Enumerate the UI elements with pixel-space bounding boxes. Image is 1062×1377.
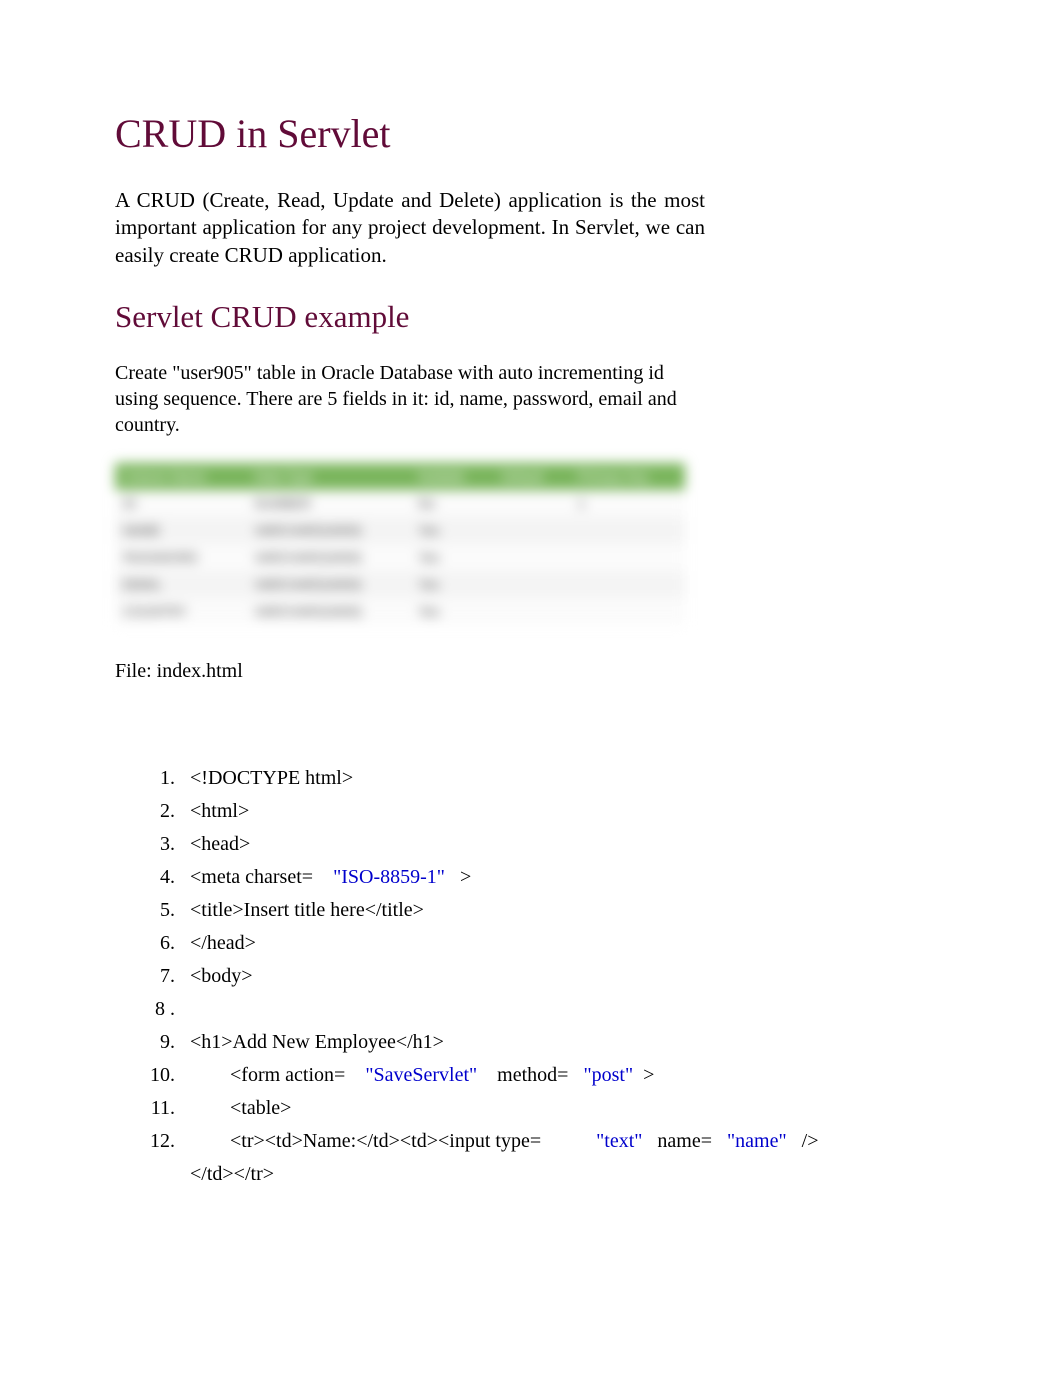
col-header: Primary Key [570, 463, 685, 490]
line-number: 3. [135, 829, 175, 859]
col-header: Default [494, 463, 570, 490]
section-paragraph: Create "user905" table in Oracle Databas… [115, 360, 705, 438]
line-number: 1. [135, 763, 175, 793]
line-number: 2. [135, 796, 175, 826]
code-line: 10. <form action= "SaveServlet" method= … [135, 1060, 947, 1090]
page-title: CRUD in Servlet [115, 110, 947, 157]
section-heading: Servlet CRUD example [115, 299, 947, 335]
line-number: 5. [135, 895, 175, 925]
code-line: 11. <table> [135, 1093, 947, 1123]
line-number: 4. [135, 862, 175, 892]
line-number: 8 . [135, 994, 175, 1024]
table-row: EMAILVARCHAR2(4000)Yes [115, 571, 685, 598]
code-line: 6. </head> [135, 928, 947, 958]
code-line: 2. <html> [135, 796, 947, 826]
code-line: 12. <tr><td>Name:</td><td><input type= "… [135, 1126, 947, 1156]
code-line: 7. <body> [135, 961, 947, 991]
schema-table-image: Column Name Data Type Nullable Default P… [115, 463, 685, 625]
code-block: 1. <!DOCTYPE html> 2. <html> 3. <head> 4… [135, 763, 947, 1189]
table-row: NAMEVARCHAR2(4000)Yes [115, 517, 685, 544]
col-header: Data Type [247, 463, 411, 490]
col-header: Nullable [410, 463, 494, 490]
code-line: 9. <h1>Add New Employee</h1> [135, 1027, 947, 1057]
col-header: Column Name [115, 463, 247, 490]
line-number: 12. [135, 1126, 175, 1156]
line-number: 6. [135, 928, 175, 958]
code-line: 5. <title>Insert title here</title> [135, 895, 947, 925]
code-line: 1. <!DOCTYPE html> [135, 763, 947, 793]
code-line: </td></tr> [190, 1159, 947, 1189]
table-row: IDNUMBERNo1 [115, 490, 685, 517]
table-row: PASSWORDVARCHAR2(4000)Yes [115, 544, 685, 571]
intro-paragraph: A CRUD (Create, Read, Update and Delete)… [115, 187, 705, 269]
line-number: 11. [135, 1093, 175, 1123]
line-number: 10. [135, 1060, 175, 1090]
line-number: 9. [135, 1027, 175, 1057]
line-number: 7. [135, 961, 175, 991]
code-line: 4. <meta charset= "ISO-8859-1" > [135, 862, 947, 892]
code-line: 8 . [135, 994, 947, 1024]
file-caption: File: index.html [115, 660, 947, 683]
table-row: COUNTRYVARCHAR2(4000)Yes [115, 598, 685, 625]
code-line: 3. <head> [135, 829, 947, 859]
